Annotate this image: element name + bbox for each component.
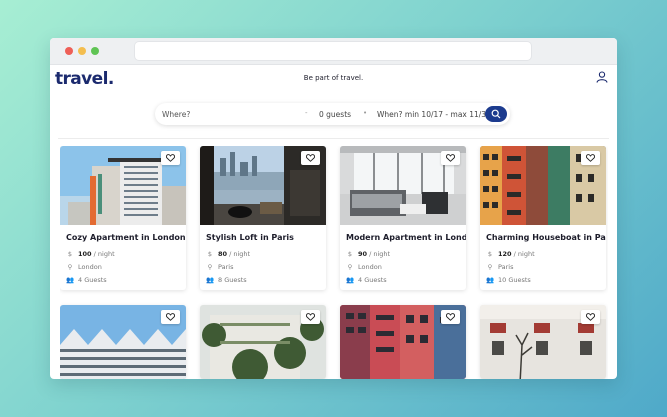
listing-guests: 👥 4 Guests <box>346 276 387 284</box>
heart-icon <box>586 313 595 321</box>
favorite-button[interactable] <box>161 151 180 165</box>
listing-guests: 👥 10 Guests <box>486 276 531 284</box>
favorite-button[interactable] <box>581 151 600 165</box>
listing-grid: Cozy Apartment in London $100 / night ⚲ L… <box>60 146 608 379</box>
dollar-icon: $ <box>67 250 73 258</box>
listing-guests: 👥 8 Guests <box>206 276 247 284</box>
listing-location: ⚲ London <box>67 263 102 271</box>
favorite-button[interactable] <box>441 151 460 165</box>
listing-price: $90 / night <box>347 250 391 258</box>
heart-icon <box>306 313 315 321</box>
listing-card[interactable]: Cozy Apartment in London $100 / night ⚲ L… <box>60 146 186 290</box>
favorite-button[interactable] <box>301 151 320 165</box>
listing-guests: 👥 4 Guests <box>66 276 107 284</box>
dates-input[interactable]: When? min 10/17 - max 11/30 <box>377 110 491 119</box>
listing-location: ⚲ Paris <box>487 263 514 271</box>
search-separator: • <box>363 109 368 117</box>
location-pin-icon: ⚲ <box>347 263 353 271</box>
heart-icon <box>166 313 175 321</box>
listing-title[interactable]: Stylish Loft in Paris <box>206 233 294 242</box>
listing-card[interactable] <box>340 305 466 379</box>
location-pin-icon: ⚲ <box>487 263 493 271</box>
close-window-button[interactable] <box>65 47 73 55</box>
listing-card[interactable] <box>200 305 326 379</box>
listing-location: ⚲ Paris <box>207 263 234 271</box>
dollar-icon: $ <box>487 250 493 258</box>
people-icon: 👥 <box>486 276 495 284</box>
listing-card[interactable]: Charming Houseboat in Paris $120 / night… <box>480 146 606 290</box>
user-icon[interactable] <box>596 71 608 83</box>
people-icon: 👥 <box>66 276 75 284</box>
listing-title[interactable]: Cozy Apartment in London <box>66 233 186 242</box>
location-pin-icon: ⚲ <box>67 263 73 271</box>
dollar-icon: $ <box>347 250 353 258</box>
favorite-button[interactable] <box>161 310 180 324</box>
listing-card[interactable]: Modern Apartment in London $90 / night ⚲… <box>340 146 466 290</box>
maximize-window-button[interactable] <box>91 47 99 55</box>
guests-selector[interactable]: 0 guests <box>319 110 351 119</box>
favorite-button[interactable] <box>581 310 600 324</box>
search-icon <box>491 109 501 119</box>
heart-icon <box>586 154 595 162</box>
people-icon: 👥 <box>346 276 355 284</box>
search-separator: - <box>305 109 308 117</box>
listing-price: $80 / night <box>207 250 251 258</box>
listing-title[interactable]: Charming Houseboat in Paris <box>486 233 606 242</box>
people-icon: 👥 <box>206 276 215 284</box>
dollar-icon: $ <box>207 250 213 258</box>
listing-title[interactable]: Modern Apartment in London <box>346 233 466 242</box>
listing-card[interactable] <box>480 305 606 379</box>
header-divider <box>58 138 609 139</box>
listing-card[interactable]: Stylish Loft in Paris $80 / night ⚲ Paris… <box>200 146 326 290</box>
location-pin-icon: ⚲ <box>207 263 213 271</box>
site-header: travel. Be part of travel. Where? - 0 gu… <box>50 65 617 139</box>
heart-icon <box>446 154 455 162</box>
search-button[interactable] <box>485 106 507 122</box>
listing-location: ⚲ London <box>347 263 382 271</box>
favorite-button[interactable] <box>301 310 320 324</box>
listing-price: $100 / night <box>67 250 115 258</box>
heart-icon <box>306 154 315 162</box>
heart-icon <box>166 154 175 162</box>
browser-chrome <box>50 38 617 65</box>
where-input[interactable]: Where? <box>162 110 190 119</box>
minimize-window-button[interactable] <box>78 47 86 55</box>
listing-card[interactable] <box>60 305 186 379</box>
search-bar: Where? - 0 guests • When? min 10/17 - ma… <box>155 103 510 125</box>
listing-price: $120 / night <box>487 250 535 258</box>
site-tagline: Be part of travel. <box>303 74 364 82</box>
favorite-button[interactable] <box>441 310 460 324</box>
window-bottom-edge <box>50 379 617 417</box>
heart-icon <box>446 313 455 321</box>
address-bar[interactable] <box>135 42 531 60</box>
